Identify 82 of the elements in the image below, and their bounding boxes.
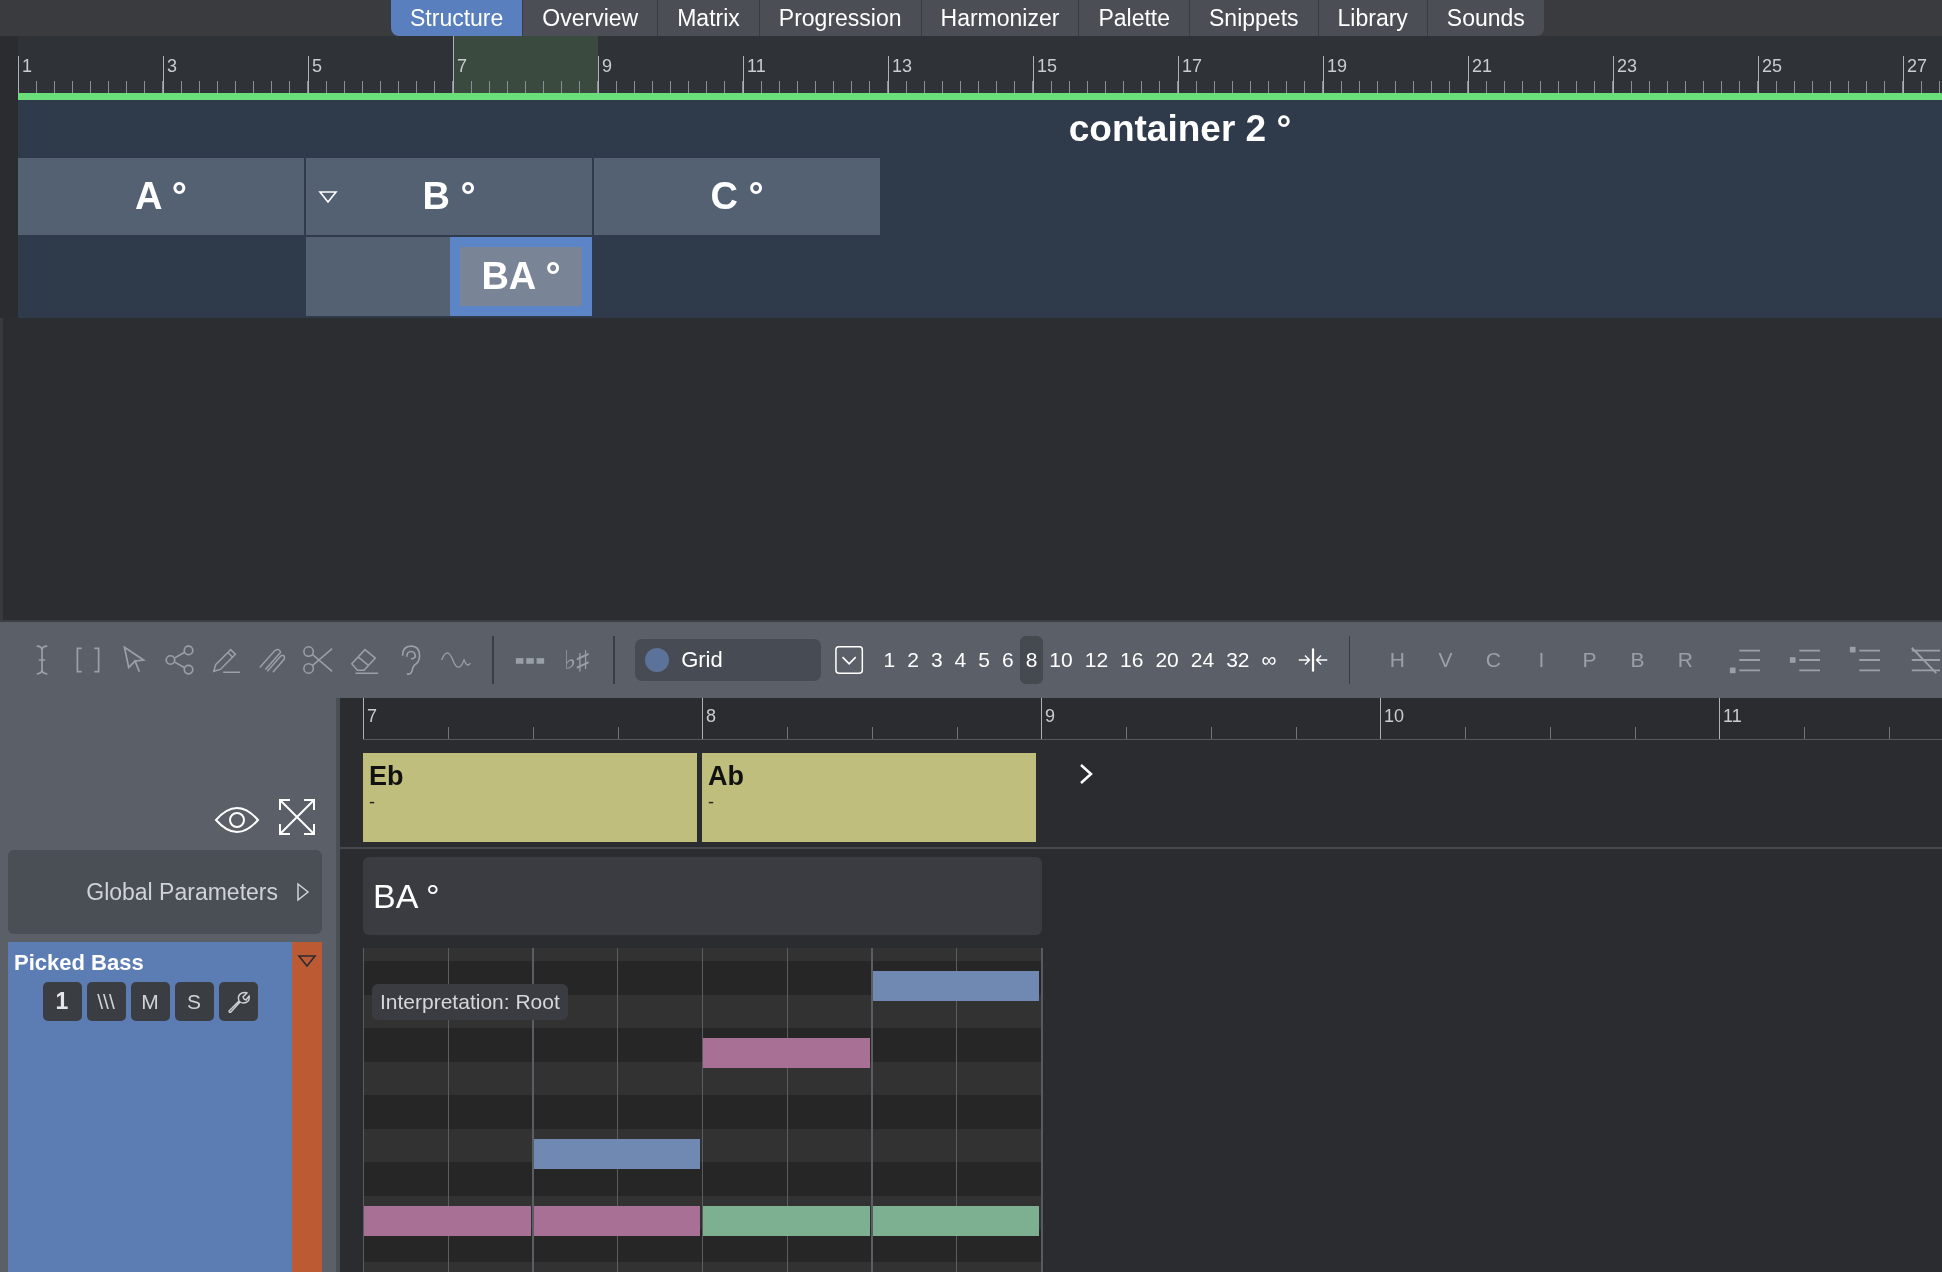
bar-number: 17 [1181, 56, 1203, 77]
track-button[interactable]: S [174, 982, 214, 1021]
track-button[interactable]: 1 [42, 982, 82, 1021]
note-block[interactable] [872, 1205, 1039, 1236]
tab[interactable]: Harmonizer [921, 0, 1080, 36]
track-button[interactable]: \\\ [86, 982, 126, 1021]
grid-value[interactable]: 10 [1043, 636, 1079, 684]
note-block[interactable] [364, 1205, 531, 1236]
bar-number: 21 [1471, 56, 1493, 77]
bar-number: 27 [1906, 56, 1928, 77]
tab[interactable]: Progression [759, 0, 922, 36]
section-block[interactable]: B ° [306, 158, 592, 235]
grid-value[interactable]: 4 [948, 636, 973, 684]
tab[interactable]: Structure [391, 0, 524, 36]
subsection-block[interactable]: BA ° [450, 237, 592, 316]
section-block[interactable]: C ° [594, 158, 880, 235]
track-name: Picked Bass [14, 950, 145, 976]
container-title: container 2 ° [1067, 107, 1293, 151]
bar-number: 7 [366, 706, 377, 727]
note-block[interactable] [703, 1205, 870, 1236]
scissors-icon[interactable] [302, 643, 335, 677]
editor-ruler[interactable]: 7 8 9 10 11 [363, 698, 1942, 740]
eye-icon[interactable] [214, 804, 260, 836]
section-block[interactable]: A ° [18, 158, 304, 235]
grid-value[interactable]: 12 [1078, 636, 1115, 684]
chord-detail: - [369, 792, 376, 813]
note-block[interactable] [533, 1205, 700, 1236]
bar-number: 19 [1326, 56, 1348, 77]
bar-number: 23 [1616, 56, 1638, 77]
disclosure-triangle-icon[interactable] [297, 954, 317, 968]
track-button[interactable]: M [130, 982, 170, 1021]
grid-value[interactable]: 2 [901, 636, 925, 684]
bar-number: 25 [1761, 56, 1783, 77]
bar-number: 15 [1036, 56, 1058, 77]
grid-value[interactable]: 16 [1114, 636, 1150, 684]
wrench-icon [226, 989, 250, 1014]
bar-number: 11 [1722, 706, 1742, 727]
grid-value[interactable]: 24 [1184, 636, 1221, 684]
tooltip: Interpretation: Root [372, 984, 568, 1020]
section-title: BA ° [373, 876, 440, 916]
bar-number: 5 [311, 56, 322, 77]
list-strikethrough-icon[interactable] [1908, 644, 1942, 676]
grid-value[interactable]: 32 [1220, 636, 1256, 684]
global-parameters-button[interactable]: Global Parameters [8, 850, 322, 934]
bar-number: 10 [1383, 706, 1405, 727]
chord-name: Eb [369, 761, 405, 792]
timeline-ruler[interactable]: 1 3 5 7 9 11 13 15 17 19 21 23 25 27 [18, 36, 1942, 93]
bar-number: 3 [166, 56, 177, 77]
grid-value[interactable]: 3 [924, 636, 949, 684]
grid-value[interactable]: 8 [1019, 636, 1044, 684]
bar-number: 9 [1044, 706, 1055, 727]
tab[interactable]: Sounds [1427, 0, 1545, 36]
bar-number: 1 [21, 56, 32, 77]
grid-value[interactable]: 1 [877, 636, 902, 684]
grid-value[interactable]: 20 [1149, 636, 1185, 684]
disclosure-triangle-icon [296, 882, 310, 902]
bar-number: 8 [705, 706, 716, 727]
chord-block[interactable]: Ab - [702, 753, 1036, 842]
tab[interactable]: Library [1318, 0, 1428, 36]
toggle-dot-icon [645, 648, 670, 672]
tab[interactable]: Palette [1079, 0, 1191, 36]
grid-value[interactable]: 5 [972, 636, 996, 684]
bar-number: 11 [746, 56, 766, 77]
note-block[interactable] [533, 1138, 700, 1169]
chord-detail: - [708, 792, 715, 813]
tab[interactable]: Snippets [1190, 0, 1319, 36]
bar-number: 13 [891, 56, 913, 77]
chord-name: Ab [708, 761, 745, 792]
bar-number: 9 [601, 56, 612, 77]
chevron-down-icon[interactable] [835, 645, 864, 675]
chevron-right-icon[interactable] [1079, 763, 1093, 785]
expand-icon[interactable] [278, 798, 316, 836]
tab[interactable]: Overview [523, 0, 659, 36]
grid-value[interactable]: 6 [996, 636, 1020, 684]
bar-number: 7 [456, 56, 467, 77]
piano-roll-grid[interactable]: Interpretation: Root [363, 948, 1043, 1272]
tab[interactable]: Matrix [658, 0, 760, 36]
grid-dropdown[interactable]: Grid [635, 639, 822, 681]
grid-value[interactable]: ∞ [1255, 636, 1283, 684]
share-nodes-icon[interactable] [164, 643, 197, 677]
chord-block[interactable]: Eb - [363, 753, 697, 842]
settings-button[interactable] [218, 982, 258, 1021]
